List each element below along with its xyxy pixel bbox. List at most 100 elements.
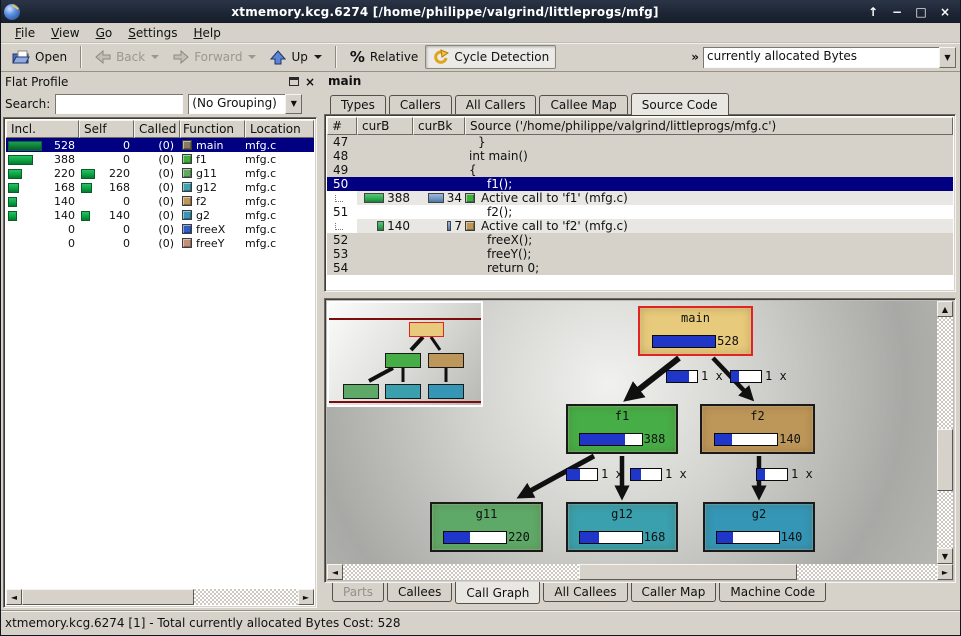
edge-label[interactable]: 1 x [756,467,813,481]
scrollbar-thumb[interactable] [937,429,953,491]
scroll-right-icon[interactable]: ► [298,589,314,605]
relative-button[interactable]: % Relative [343,44,425,70]
toolbar-overflow-icon[interactable]: » [691,50,699,64]
status-bar: xtmemory.kcg.6274 [1] - Total currently … [1,610,960,635]
tab-all-callees[interactable]: All Callees [543,583,627,602]
source-line-row[interactable]: 50f1(); [327,177,953,191]
menu-help[interactable]: Help [185,24,228,42]
scrollbar-thumb[interactable] [22,589,194,605]
source-line-row[interactable]: 54return 0; [327,261,953,275]
scroll-left-icon[interactable]: ◄ [327,564,343,580]
combo-arrow-icon[interactable]: ▼ [285,94,302,114]
col-curbk[interactable]: curBk [413,117,465,135]
tab-caller-map[interactable]: Caller Map [631,583,717,602]
node-label: main [681,311,710,325]
shade-icon[interactable]: ↑ [866,5,880,19]
graph-vertical-scrollbar[interactable]: ▲ ▼ [937,301,953,564]
table-row[interactable]: 220220(0)g11mfg.c [6,166,314,180]
scrollbar-thumb[interactable] [579,564,797,580]
node-cost-bar [716,531,780,544]
table-row[interactable]: 168168(0)g12mfg.c [6,180,314,194]
menu-view[interactable]: View [43,24,87,42]
open-button[interactable]: Open [5,46,74,69]
tab-callers[interactable]: Callers [389,95,452,114]
node-cost-value: 140 [781,530,803,544]
source-call-row[interactable]: 38834Active call to 'f1' (mfg.c) [327,191,953,205]
menu-go[interactable]: Go [88,24,121,42]
table-row[interactable]: 140140(0)g2mfg.c [6,208,314,222]
graph-overview-map[interactable] [327,301,483,407]
source-line-row[interactable]: 51f2(); [327,205,953,219]
col-line[interactable]: # [327,117,357,135]
col-incl[interactable]: Incl. [6,120,79,138]
tab-machine-code[interactable]: Machine Code [719,583,826,602]
tab-types[interactable]: Types [330,95,386,114]
table-row[interactable]: 00(0)freeYmfg.c [6,236,314,250]
back-button[interactable]: Back [88,46,166,68]
edge-label[interactable]: 1 x [730,369,787,383]
graph-horizontal-scrollbar[interactable]: ◄ [327,564,937,580]
graph-node-f2[interactable]: f2140 [700,404,815,454]
source-line-row[interactable]: 53freeY(); [327,247,953,261]
source-line-row[interactable]: 49{ [327,163,953,177]
title-bar[interactable]: xtmemory.kcg.6274 [/home/philippe/valgri… [1,0,960,23]
call-graph-canvas[interactable]: ▲ ▼ ◄ ► main528f1388f2140g11220g12168g21… [327,301,953,580]
source-line-row[interactable]: 48int main() [327,149,953,163]
cell-self: 0 [79,237,134,250]
graph-node-g11[interactable]: g11220 [430,502,543,552]
forward-dropdown-icon[interactable] [248,55,256,59]
source-line-row[interactable]: 52freeX(); [327,233,953,247]
edge-label[interactable]: 1 x [630,467,687,481]
float-dock-icon[interactable] [289,77,299,86]
col-source[interactable]: Source ('/home/philippe/valgrind/littlep… [465,117,953,135]
scroll-right-icon[interactable]: ► [937,564,953,580]
minimize-icon[interactable]: − [890,5,904,19]
tab-all-callers[interactable]: All Callers [455,95,537,114]
tab-callee-map[interactable]: Callee Map [539,95,627,114]
maximize-icon[interactable]: □ [914,5,928,19]
col-curb[interactable]: curB [357,117,413,135]
table-row[interactable]: 00(0)freeXmfg.c [6,222,314,236]
edge-label[interactable]: 1 x [666,369,723,383]
node-cost-value: 388 [644,432,666,446]
scroll-left-icon[interactable]: ◄ [6,589,22,605]
menu-file[interactable]: File [7,24,43,42]
graph-node-g12[interactable]: g12168 [566,502,678,552]
cycle-detection-button[interactable]: Cycle Detection [425,45,556,69]
back-dropdown-icon[interactable] [151,55,159,59]
tab-parts[interactable]: Parts [332,583,384,602]
graph-node-g2[interactable]: g2140 [703,502,815,552]
up-dropdown-icon[interactable] [314,55,322,59]
cell-source: freeY(); [465,247,953,261]
scroll-up-icon[interactable]: ▲ [937,301,953,317]
scroll-down-icon[interactable]: ▼ [937,548,953,564]
source-line-row[interactable]: 47} [327,135,953,149]
table-row[interactable]: 1400(0)f2mfg.c [6,194,314,208]
graph-node-f1[interactable]: f1388 [566,404,678,454]
col-called[interactable]: Called [134,120,180,138]
graph-node-main[interactable]: main528 [638,306,753,356]
table-row[interactable]: 5280(0)mainmfg.c [6,138,314,152]
search-input[interactable] [55,94,183,114]
table-row[interactable]: 3880(0)f1mfg.c [6,152,314,166]
tab-callees[interactable]: Callees [387,583,452,602]
close-icon[interactable]: × [938,5,952,19]
close-dock-icon[interactable]: × [305,77,315,87]
tab-source-code[interactable]: Source Code [631,93,729,115]
curbk-bar [428,193,444,203]
forward-button[interactable]: Forward [166,46,263,68]
edge-label[interactable]: 1 x [566,467,623,481]
up-button[interactable]: Up [263,46,328,69]
event-type-select[interactable]: currently allocated Bytes ▼ [703,47,956,68]
grouping-select[interactable]: (No Grouping) ▼ [188,94,302,114]
col-self[interactable]: Self [79,120,134,138]
col-location[interactable]: Location [245,120,314,138]
menu-settings[interactable]: Settings [120,24,185,42]
combo-arrow-icon[interactable]: ▼ [939,47,956,68]
cell-location: mfg.c [245,167,314,180]
node-label: f2 [750,409,764,423]
col-function[interactable]: Function [180,120,245,138]
source-call-row[interactable]: 1407Active call to 'f2' (mfg.c) [327,219,953,233]
tab-call-graph[interactable]: Call Graph [455,582,540,604]
dock-horizontal-scrollbar[interactable]: ◄ ► [6,589,314,605]
